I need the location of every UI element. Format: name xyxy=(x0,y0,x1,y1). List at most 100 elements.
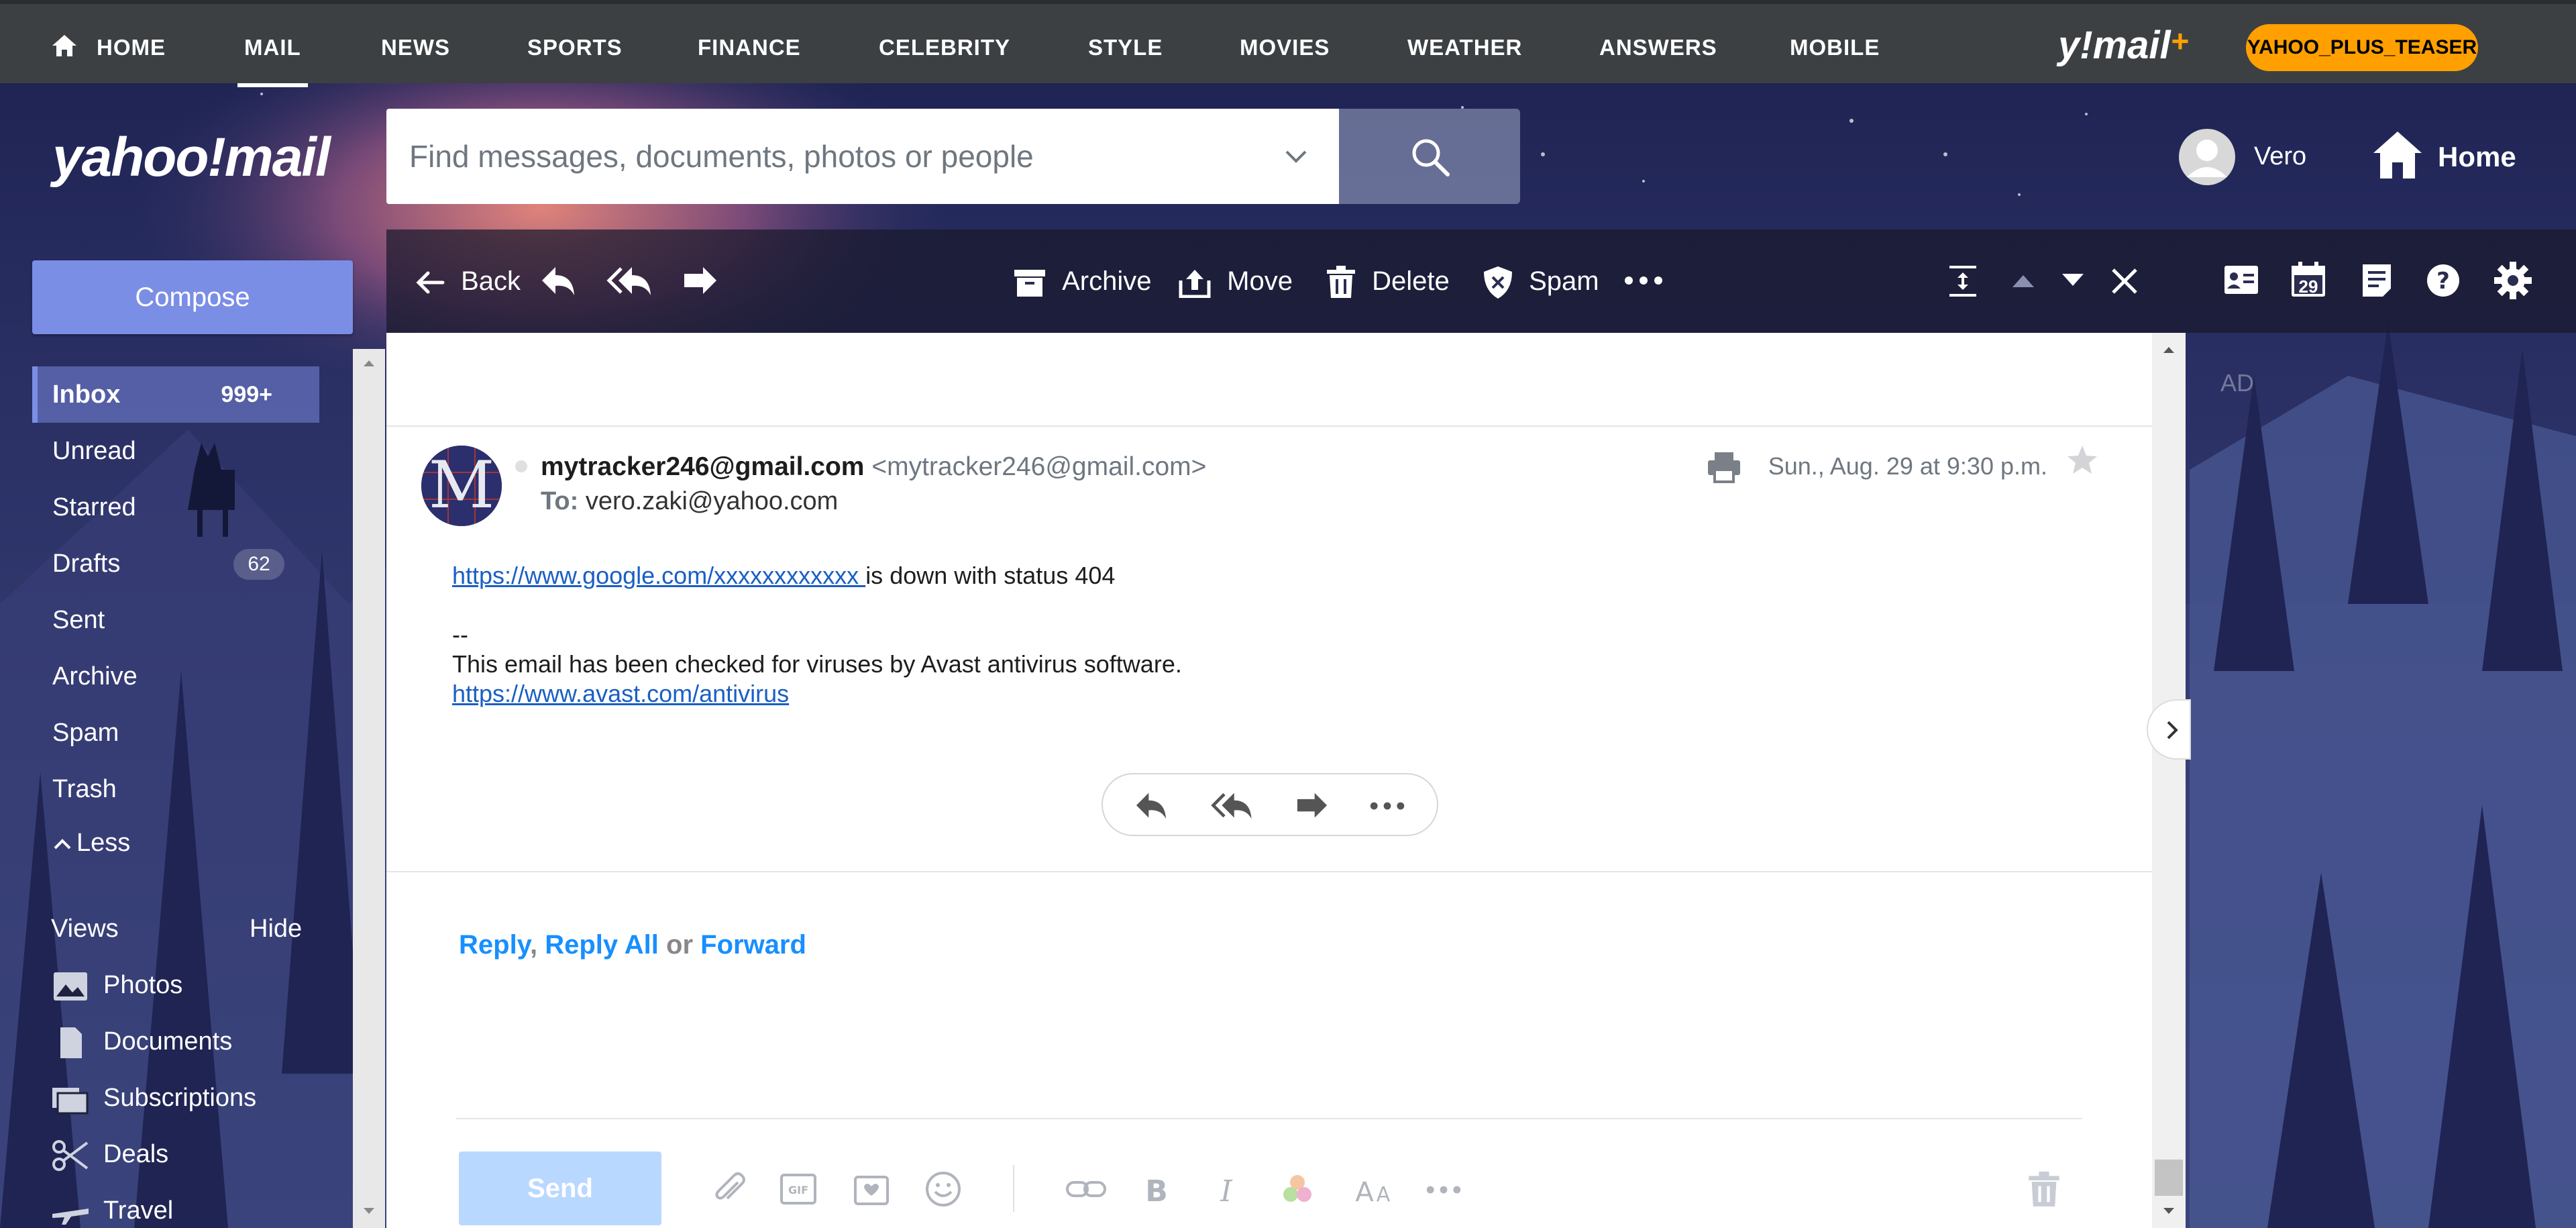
reply-icon[interactable] xyxy=(1132,790,1170,821)
to-label: To: xyxy=(541,487,579,515)
reply-icon[interactable] xyxy=(539,264,577,298)
home-icon[interactable] xyxy=(51,34,78,58)
nav-home[interactable]: HOME xyxy=(97,8,166,87)
folder-label: Spam xyxy=(52,719,119,747)
next-message-icon[interactable] xyxy=(2059,271,2086,290)
nav-mail[interactable]: MAIL xyxy=(237,8,308,87)
nav-mobile[interactable]: MOBILE xyxy=(1790,8,1880,87)
message-scrollbar[interactable] xyxy=(2152,333,2186,1228)
reply-all-icon[interactable] xyxy=(1209,790,1256,821)
sticker-icon[interactable] xyxy=(853,1170,890,1207)
move-button[interactable]: Move xyxy=(1178,229,1293,333)
more-formatting-icon[interactable] xyxy=(1424,1184,1464,1196)
font-size-icon[interactable]: AA xyxy=(1352,1173,1395,1207)
ymail-plus-logo[interactable]: y!mail+ xyxy=(2058,23,2189,70)
folder-inbox[interactable]: Inbox 999+ xyxy=(32,366,319,423)
scroll-up-icon xyxy=(2163,347,2174,353)
sender-name[interactable]: mytracker246@gmail.com xyxy=(541,452,864,481)
folder-starred[interactable]: Starred xyxy=(32,479,319,535)
compose-button[interactable]: Compose xyxy=(32,260,353,334)
star-icon[interactable] xyxy=(2066,444,2098,475)
nav-answers[interactable]: ANSWERS xyxy=(1599,8,1717,87)
folder-sent[interactable]: Sent xyxy=(32,592,319,648)
nav-movies[interactable]: MOVIES xyxy=(1240,8,1330,87)
settings-gear-icon[interactable] xyxy=(2493,260,2533,301)
view-label: Documents xyxy=(103,1027,233,1056)
view-deals[interactable]: Deals xyxy=(51,1126,168,1182)
search-input[interactable] xyxy=(409,109,1281,204)
plane-icon xyxy=(52,1208,89,1225)
view-label: Travel xyxy=(103,1196,174,1225)
send-button[interactable]: Send xyxy=(459,1152,661,1225)
emoji-icon[interactable] xyxy=(924,1170,962,1208)
avast-link[interactable]: https://www.avast.com/antivirus xyxy=(452,680,789,707)
unread-dot-icon[interactable] xyxy=(514,459,529,474)
forward-icon[interactable] xyxy=(682,264,719,298)
previous-message-icon[interactable] xyxy=(2010,271,2037,290)
view-subscriptions[interactable]: Subscriptions xyxy=(51,1070,256,1126)
folder-trash[interactable]: Trash xyxy=(32,761,319,817)
scroll-thumb[interactable] xyxy=(2155,1160,2183,1196)
sender-address: <mytracker246@gmail.com> xyxy=(871,452,1207,481)
back-button[interactable]: Back xyxy=(413,229,521,333)
views-hide-link[interactable]: Hide xyxy=(250,901,302,957)
collapse-icon[interactable] xyxy=(1947,264,1979,298)
spam-button[interactable]: Spam xyxy=(1483,229,1599,333)
status-link[interactable]: https://www.google.com/xxxxxxxxxxxx xyxy=(452,562,865,589)
nav-news[interactable]: NEWS xyxy=(381,8,450,87)
reply-link[interactable]: Reply xyxy=(459,930,530,960)
signature-separator: -- xyxy=(452,621,468,648)
chevron-down-icon[interactable] xyxy=(1283,145,1309,168)
chevron-up-icon xyxy=(54,839,71,850)
help-icon[interactable]: ? xyxy=(2426,263,2461,298)
view-photos[interactable]: Photos xyxy=(51,957,182,1013)
view-travel[interactable]: Travel xyxy=(51,1182,173,1228)
forward-icon[interactable] xyxy=(1293,790,1331,821)
recipient-address[interactable]: vero.zaki@yahoo.com xyxy=(586,487,839,515)
search-button[interactable] xyxy=(1339,109,1520,204)
folder-spam[interactable]: Spam xyxy=(32,705,319,761)
reply-all-icon[interactable] xyxy=(606,264,653,298)
folder-unread[interactable]: Unread xyxy=(32,423,319,479)
print-icon[interactable] xyxy=(1707,451,1741,483)
close-icon[interactable] xyxy=(2109,266,2140,297)
nav-sports[interactable]: SPORTS xyxy=(527,8,623,87)
folder-archive[interactable]: Archive xyxy=(32,648,319,705)
sidebar-scrollbar[interactable] xyxy=(353,349,385,1228)
home-icon xyxy=(2373,132,2422,178)
reply-all-link[interactable]: Reply All xyxy=(545,930,659,960)
nav-celebrity[interactable]: CELEBRITY xyxy=(879,8,1010,87)
gif-icon[interactable]: GIF xyxy=(780,1173,817,1205)
link-icon[interactable] xyxy=(1065,1174,1107,1204)
sender-avatar: M xyxy=(421,446,502,526)
nav-style[interactable]: STYLE xyxy=(1088,8,1163,87)
more-icon[interactable] xyxy=(1367,800,1407,812)
svg-text:A: A xyxy=(1377,1183,1391,1207)
yahoo-mail-logo[interactable]: yahoo!mail xyxy=(52,126,331,189)
message-reading-pane: M mytracker246@gmail.com <mytracker246@g… xyxy=(386,333,2152,1228)
forward-link[interactable]: Forward xyxy=(700,930,806,960)
delete-button[interactable]: Delete xyxy=(1326,229,1450,333)
user-name: Vero xyxy=(2254,142,2307,170)
nav-weather[interactable]: WEATHER xyxy=(1407,8,1522,87)
message-toolbar: Back Archive Move Delete Spam xyxy=(386,229,2190,333)
more-icon[interactable] xyxy=(1623,274,1664,287)
notepad-icon[interactable] xyxy=(2361,263,2392,298)
spam-label: Spam xyxy=(1529,266,1599,296)
contacts-icon[interactable] xyxy=(2223,264,2259,295)
view-documents[interactable]: Documents xyxy=(51,1013,232,1070)
search-icon xyxy=(1412,139,1450,176)
svg-text:A: A xyxy=(1355,1177,1374,1207)
archive-button[interactable]: Archive xyxy=(1013,229,1152,333)
italic-icon[interactable]: I xyxy=(1210,1173,1242,1207)
text-color-icon[interactable] xyxy=(1279,1172,1316,1208)
attach-icon[interactable] xyxy=(711,1170,749,1208)
less-toggle[interactable]: Less xyxy=(32,815,319,871)
toolbar-divider xyxy=(1013,1165,1014,1212)
bold-icon[interactable]: B xyxy=(1140,1173,1173,1207)
nav-finance[interactable]: FINANCE xyxy=(698,8,801,87)
yahoo-plus-teaser-button[interactable]: YAHOO_PLUS_TEASER xyxy=(2246,24,2478,71)
ymail-plus-sign: + xyxy=(2170,23,2189,58)
discard-draft-icon[interactable] xyxy=(2027,1172,2061,1208)
folder-drafts[interactable]: Drafts 62 xyxy=(32,535,319,592)
